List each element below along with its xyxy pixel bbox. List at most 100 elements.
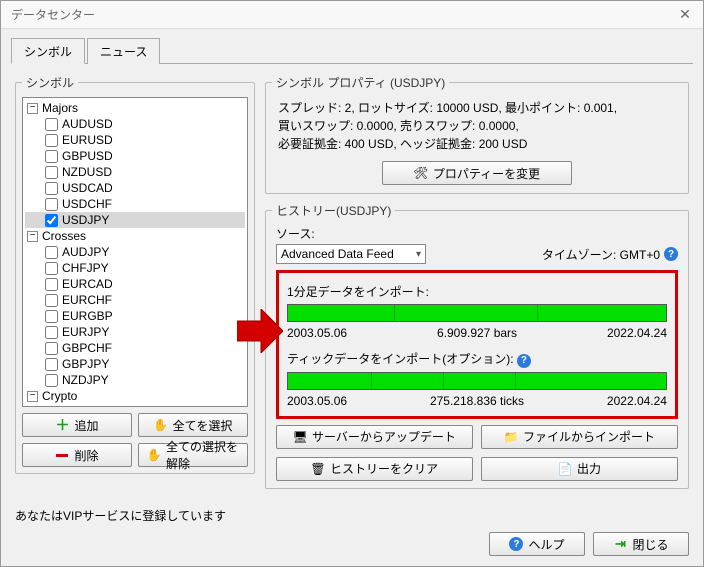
checkbox[interactable] — [45, 150, 58, 163]
tree-item-usdchf[interactable]: USDCHF — [25, 196, 245, 212]
date-start: 2003.05.06 — [287, 326, 347, 340]
plus-icon: ＋ — [55, 418, 69, 432]
checkbox[interactable] — [45, 310, 58, 323]
symbol-legend: シンボル — [22, 74, 78, 91]
left-column: シンボル − Majors AUDUSD EURUSD GBPUSD NZDUS… — [15, 74, 255, 497]
tree-item-label: USDCAD — [62, 181, 113, 195]
tree-item-nzdusd[interactable]: NZDUSD — [25, 164, 245, 180]
checkbox[interactable] — [45, 166, 58, 179]
tree-item-usdjpy[interactable]: USDJPY — [25, 212, 245, 228]
props-text: スプレッド: 2, ロットサイズ: 10000 USD, 最小ポイント: 0.0… — [272, 97, 682, 155]
checkbox[interactable] — [45, 326, 58, 339]
history-fieldset: ヒストリー(USDJPY) ソース: Advanced Data Feed ▾ … — [265, 202, 689, 489]
props-legend: シンボル プロパティ (USDJPY) — [272, 74, 449, 91]
button-label: 削除 — [74, 447, 98, 464]
help-icon: ? — [509, 537, 523, 551]
tree-item-label: EURCAD — [62, 277, 113, 291]
deselect-all-button[interactable]: ✋ 全ての選択を解除 — [138, 443, 248, 467]
help-icon[interactable]: ? — [517, 354, 531, 368]
tree-item-audjpy[interactable]: AUDJPY — [25, 244, 245, 260]
checkbox[interactable] — [45, 294, 58, 307]
red-arrow-icon — [237, 309, 283, 353]
button-label: ヒストリーをクリア — [330, 460, 438, 477]
tree-group-majors[interactable]: − Majors — [25, 100, 245, 116]
button-label: サーバーからアップデート — [312, 428, 456, 445]
tree-item-nzdjpy[interactable]: NZDJPY — [25, 372, 245, 388]
symbol-tree[interactable]: − Majors AUDUSD EURUSD GBPUSD NZDUSD USD… — [22, 97, 248, 407]
timezone-label: タイムゾーン: GMT+0 — [542, 246, 660, 263]
checkbox[interactable] — [45, 358, 58, 371]
delete-button[interactable]: 削除 — [22, 443, 132, 467]
tree-item-chfjpy[interactable]: CHFJPY — [25, 260, 245, 276]
collapse-icon[interactable]: − — [27, 391, 38, 402]
close-button[interactable]: ⇥ 閉じる — [593, 532, 689, 556]
progress-meta-m1: 2003.05.06 6.909.927 bars 2022.04.24 — [287, 326, 667, 340]
help-icon[interactable]: ? — [664, 247, 678, 261]
import-tick-label: ティックデータをインポート(オプション): ? — [287, 350, 667, 368]
export-button[interactable]: 📄 出力 — [481, 457, 678, 481]
close-icon: ✕ — [679, 6, 691, 23]
checkbox[interactable] — [45, 214, 58, 227]
tree-item-label: GBPUSD — [62, 149, 113, 163]
tree-item-eurcad[interactable]: EURCAD — [25, 276, 245, 292]
bar-count: 6.909.927 bars — [437, 326, 517, 340]
export-icon: 📄 — [558, 462, 572, 476]
tree-item-label: EURJPY — [62, 325, 109, 339]
date-start: 2003.05.06 — [287, 394, 347, 408]
button-label: ファイルからインポート — [523, 428, 655, 445]
checkbox[interactable] — [45, 342, 58, 355]
tree-item-usdcad[interactable]: USDCAD — [25, 180, 245, 196]
checkbox[interactable] — [45, 118, 58, 131]
update-server-button[interactable]: 🖥 サーバーからアップデート — [276, 425, 473, 449]
tree-group-crosses[interactable]: − Crosses — [25, 228, 245, 244]
help-button[interactable]: ? ヘルプ — [489, 532, 585, 556]
tab-symbol[interactable]: シンボル — [11, 38, 85, 64]
symbol-fieldset: シンボル − Majors AUDUSD EURUSD GBPUSD NZDUS… — [15, 74, 255, 474]
collapse-icon[interactable]: − — [27, 103, 38, 114]
checkbox[interactable] — [45, 278, 58, 291]
history-highlight-box: 1分足データをインポート: 2003.05.06 6.909.927 bars … — [276, 270, 678, 419]
checkbox[interactable] — [45, 246, 58, 259]
tree-item-eurusd[interactable]: EURUSD — [25, 132, 245, 148]
checkbox[interactable] — [45, 262, 58, 275]
import-file-button[interactable]: 📁 ファイルからインポート — [481, 425, 678, 449]
select-all-button[interactable]: ✋ 全てを選択 — [138, 413, 248, 437]
tree-item-label: EURGBP — [62, 309, 113, 323]
content-area: シンボル − Majors AUDUSD EURUSD GBPUSD NZDUS… — [1, 64, 703, 501]
checkbox[interactable] — [45, 182, 58, 195]
add-button[interactable]: ＋ 追加 — [22, 413, 132, 437]
checkbox[interactable] — [45, 198, 58, 211]
tree-item-eurgbp[interactable]: EURGBP — [25, 308, 245, 324]
checkbox[interactable] — [45, 134, 58, 147]
footer: あなたはVIPサービスに登録しています ? ヘルプ ⇥ 閉じる — [1, 501, 703, 566]
tree-item-gbpjpy[interactable]: GBPJPY — [25, 356, 245, 372]
history-legend: ヒストリー(USDJPY) — [272, 202, 395, 219]
tree-item-eurchf[interactable]: EURCHF — [25, 292, 245, 308]
tab-news[interactable]: ニュース — [87, 38, 160, 64]
tree-item-audusd[interactable]: AUDUSD — [25, 116, 245, 132]
source-label: ソース: — [276, 225, 678, 242]
tree-item-gbpusd[interactable]: GBPUSD — [25, 148, 245, 164]
date-end: 2022.04.24 — [607, 394, 667, 408]
date-end: 2022.04.24 — [607, 326, 667, 340]
footer-buttons: ? ヘルプ ⇥ 閉じる — [15, 532, 689, 556]
tree-item-label: CHFJPY — [62, 261, 109, 275]
collapse-icon[interactable]: − — [27, 231, 38, 242]
tree-group-crypto[interactable]: − Crypto — [25, 388, 245, 404]
tree-item-eurjpy[interactable]: EURJPY — [25, 324, 245, 340]
change-properties-button[interactable]: 🛠 プロパティーを変更 — [382, 161, 572, 185]
progress-bar-m1 — [287, 304, 667, 322]
tree-item-gbpchf[interactable]: GBPCHF — [25, 340, 245, 356]
window-close-button[interactable]: ✕ — [673, 5, 697, 25]
tree-item-label: USDJPY — [62, 213, 109, 227]
tree-item-label: GBPJPY — [62, 357, 109, 371]
props-line: スプレッド: 2, ロットサイズ: 10000 USD, 最小ポイント: 0.0… — [278, 99, 676, 117]
checkbox[interactable] — [45, 374, 58, 387]
tick-count: 275.218.836 ticks — [430, 394, 524, 408]
progress-bar-tick — [287, 372, 667, 390]
source-combo[interactable]: Advanced Data Feed ▾ — [276, 244, 426, 264]
tree-group-label: Crosses — [42, 229, 86, 243]
clear-history-button[interactable]: 🗑 ヒストリーをクリア — [276, 457, 473, 481]
button-label: 全ての選択を解除 — [166, 438, 239, 472]
hand-icon: ✋ — [147, 448, 161, 462]
